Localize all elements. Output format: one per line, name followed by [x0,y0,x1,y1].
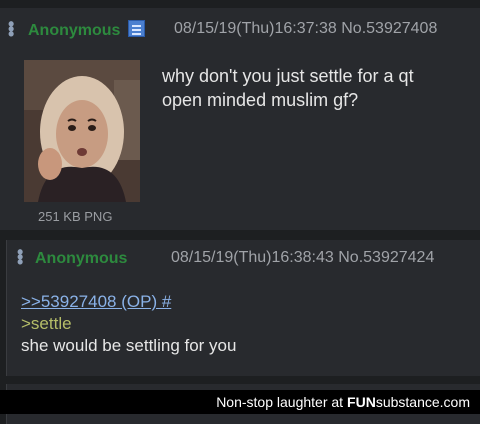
poster-name: Anonymous [35,250,128,267]
post-number[interactable]: No.53927424 [338,249,434,266]
reply-text: she would be settling for you [21,336,237,355]
watermark-bar: Non-stop laughter at FUNsubstance.com [0,390,480,414]
post-op: • • • Anonymous 08/15/19(Thu)16:37:38 No.5… [0,8,480,230]
poster-name: Anonymous [28,22,121,39]
watermark-logo: FUNsubstance.com [347,394,470,410]
post-menu-icon[interactable]: • • • [17,243,23,271]
post-number[interactable]: No.53927408 [341,20,437,37]
post-menu-icon[interactable]: • • • [8,15,14,43]
quote-link[interactable]: >>53927408 (OP) # [21,292,171,312]
post-image[interactable] [24,60,140,202]
file-info: 251 KB PNG [38,209,113,224]
watermark-text: Non-stop laughter at [216,394,344,410]
flag-icon [128,20,145,37]
woman-hijab-image [24,60,140,202]
post-reply: • • • Anonymous 08/15/19(Thu)16:38:43 No.5… [6,240,480,376]
post-datetime: 08/15/19(Thu)16:38:43 No.53927424 [171,249,435,266]
post-comment: why don't you just settle for a qt open … [162,66,414,110]
post-datetime: 08/15/19(Thu)16:37:38 No.53927408 [174,20,438,37]
greentext: >settle [21,314,72,333]
